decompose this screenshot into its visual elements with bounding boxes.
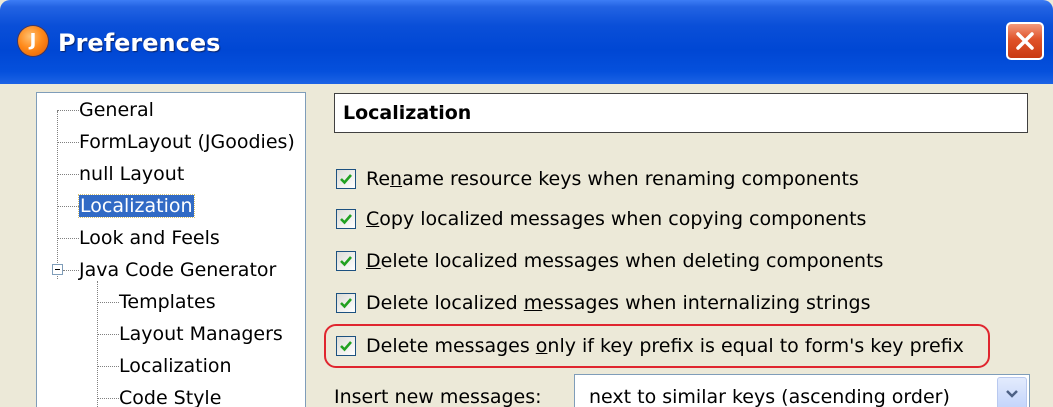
- chevron-down-icon: [1006, 390, 1018, 398]
- insert-messages-select[interactable]: next to similar keys (ascending order): [574, 374, 1030, 407]
- option-label: Copy localized messages when copying com…: [366, 208, 867, 230]
- tree-connector: [57, 238, 79, 239]
- option-label: Delete localized messages when deleting …: [366, 250, 884, 272]
- checkbox[interactable]: [336, 209, 356, 229]
- tree-item-localization-sub[interactable]: Localization: [119, 352, 232, 380]
- section-title: Localization: [334, 93, 1028, 133]
- tree-connector: [97, 302, 119, 303]
- tree-item-java-code-generator[interactable]: Java Code Generator: [79, 256, 276, 284]
- tree-item-layout-managers[interactable]: Layout Managers: [119, 320, 283, 348]
- checkmark-icon: [340, 298, 352, 309]
- close-button[interactable]: [1006, 22, 1044, 60]
- window-title: Preferences: [58, 29, 221, 57]
- checkmark-icon: [340, 256, 352, 267]
- collapse-toggle[interactable]: [52, 264, 63, 275]
- checkbox[interactable]: [336, 336, 356, 356]
- checkbox[interactable]: [336, 251, 356, 271]
- tree-connector: [97, 281, 98, 407]
- tree-item-templates[interactable]: Templates: [119, 288, 216, 316]
- tree-item-general[interactable]: General: [79, 96, 154, 124]
- checkbox[interactable]: [336, 169, 356, 189]
- tree-connector: [57, 110, 79, 111]
- tree-connector: [57, 142, 79, 143]
- dropdown-button[interactable]: [997, 377, 1027, 407]
- tree-item-code-style[interactable]: Code Style: [119, 384, 221, 407]
- checkbox[interactable]: [336, 293, 356, 313]
- option-label: Delete messages only if key prefix is eq…: [366, 335, 964, 357]
- preferences-window: J Preferences General FormLayout (JGoodi…: [0, 0, 1053, 407]
- tree-item-localization[interactable]: Localization: [78, 192, 195, 220]
- preferences-tree[interactable]: General FormLayout (JGoodies) null Layou…: [36, 92, 306, 407]
- checkmark-icon: [340, 214, 352, 225]
- tree-item-look-and-feels[interactable]: Look and Feels: [79, 224, 220, 252]
- tree-connector: [57, 174, 79, 175]
- option-label: Rename resource keys when renaming compo…: [366, 168, 859, 190]
- app-icon: J: [18, 26, 48, 56]
- insert-messages-label: Insert new messages:: [334, 386, 542, 407]
- checkmark-icon: [340, 341, 352, 352]
- select-value: next to similar keys (ascending order): [589, 386, 950, 407]
- tree-connector: [57, 111, 58, 279]
- tree-connector: [97, 398, 119, 399]
- title-bar[interactable]: J Preferences: [0, 0, 1053, 84]
- checkmark-icon: [340, 174, 352, 185]
- close-icon: [1016, 32, 1034, 50]
- tree-connector: [63, 270, 79, 271]
- tree-item-null-layout[interactable]: null Layout: [79, 160, 184, 188]
- option-label: Delete localized messages when internali…: [366, 292, 871, 314]
- tree-connector: [97, 366, 119, 367]
- tree-item-formlayout[interactable]: FormLayout (JGoodies): [79, 128, 295, 156]
- tree-connector: [97, 334, 119, 335]
- tree-connector: [57, 206, 79, 207]
